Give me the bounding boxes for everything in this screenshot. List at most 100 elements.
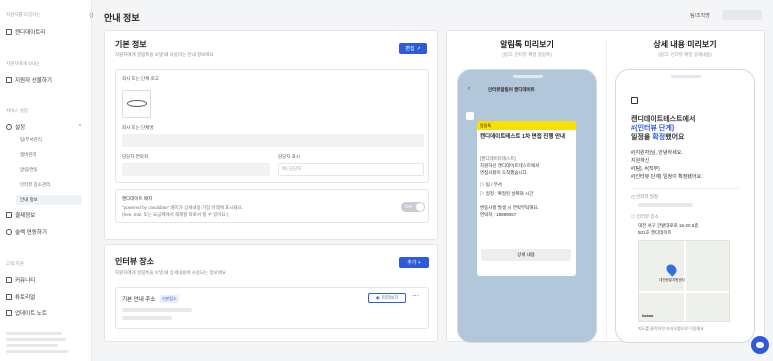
preview-button[interactable]: ◉ 미리보기 bbox=[368, 293, 406, 303]
detail-button[interactable]: 상세 내용 bbox=[481, 249, 571, 261]
kakao-map[interactable]: 대전한밭지원센터 kakao bbox=[638, 240, 730, 322]
sidebar-section-label: 서비스 설정 bbox=[6, 108, 28, 113]
collapse-sidebar-icon[interactable]: ⟨⟩ bbox=[89, 12, 96, 19]
sender-avatar bbox=[466, 112, 474, 120]
message-line: [캔디데이트테스트] bbox=[480, 156, 516, 161]
divider bbox=[631, 188, 739, 189]
message-title: 캔디데이트테스트 1차 면접 진행 안내 bbox=[480, 134, 566, 140]
location-name: 기본 안내 주소 bbox=[122, 297, 156, 303]
more-icon[interactable]: ⋯ bbox=[412, 292, 419, 300]
sidebar-section-label: 지원자를 모집하는 bbox=[6, 12, 41, 17]
chat-support-button[interactable] bbox=[751, 336, 769, 354]
alimtalk-tag: 알림톡 bbox=[477, 121, 576, 130]
toggle-knob bbox=[416, 203, 424, 211]
detail-paragraph: #{인터뷰 단계} 일정이 확정됐어요. bbox=[631, 174, 703, 180]
sidebar-item-updates[interactable]: 업데이트 노트 bbox=[6, 308, 47, 317]
badge-desc-1: "powered by candidate" 배지가 상세내용 가장 아래에 표… bbox=[122, 205, 243, 210]
kakao-logo: kakao bbox=[642, 313, 654, 318]
map-place-label: 대전한밭지원센터 bbox=[659, 278, 685, 282]
alimtalk-phone: ‹ 인터뷰알림이 캔디데이트 알림톡 캔디데이트테스트 1차 면접 진행 안내 … bbox=[457, 69, 597, 343]
gear-icon bbox=[6, 123, 12, 130]
footer-text-blurred bbox=[6, 332, 62, 335]
company-name-field bbox=[122, 134, 424, 147]
sidebar: 지원자를 모집하는 캔디데이트리 지원자에게 보내는 지원자 선물하기 서비스 … bbox=[0, 0, 92, 361]
chevron-up-icon: ⌃ bbox=[77, 123, 82, 130]
sidebar-item-billing[interactable]: 결제정보 bbox=[6, 210, 35, 219]
location-item: 기본 안내 주소 기본장소 ◉ 미리보기 ⋯ bbox=[115, 287, 429, 329]
sidebar-item-candidatery[interactable]: 캔디데이트리 bbox=[6, 27, 45, 36]
sidebar-sub-members[interactable]: 멤버관리 bbox=[20, 152, 37, 158]
detail-preview-title: 상세 내용 미리보기 bbox=[653, 40, 717, 49]
sidebar-item-tutorial[interactable]: 튜토리얼 bbox=[6, 292, 35, 301]
sidebar-sub-team[interactable]: 팀/부서관리 bbox=[20, 137, 42, 143]
detail-heading-line3: 일정을 확정했어요 bbox=[631, 134, 685, 141]
detail-paragraph: 지원하신 bbox=[631, 158, 650, 164]
manager-label: 담당자 표시 bbox=[278, 154, 300, 159]
chat-icon bbox=[6, 276, 12, 283]
org-name[interactable]: 팀/조직명 bbox=[690, 12, 710, 19]
phone-notch bbox=[513, 75, 543, 78]
page-title: 안내 정보 bbox=[104, 13, 140, 23]
sidebar-item-settings[interactable]: 설정 ⌃ bbox=[6, 122, 82, 131]
sidebar-item-gift[interactable]: 지원자 선물하기 bbox=[6, 75, 52, 84]
interview-location-card: 인터뷰 장소 지원자에게 알림톡을 보낼 때 상세내용에 사용되는 정보에요 추… bbox=[104, 244, 438, 342]
detail-phone: 캔디데이트테스트에서 #{인터뷰 단계} 일정을 확정했어요 #{지원자}님, … bbox=[615, 69, 755, 343]
badge-section: 캔디데이트 배지 "powered by candidate" 배지가 상세내용… bbox=[115, 189, 429, 223]
message-line: 지원하신 캔디데이트테스트에서 bbox=[480, 163, 540, 168]
logo-label: 회사 또는 단체 로고 bbox=[122, 76, 159, 81]
footer-text-blurred bbox=[6, 344, 58, 347]
account-blurred[interactable] bbox=[722, 10, 762, 20]
back-icon: ‹ bbox=[468, 86, 470, 92]
card-icon bbox=[6, 211, 12, 218]
manager-field: 예) 담당자 bbox=[278, 163, 424, 176]
alimtalk-preview-title: 알림톡 미리보기 bbox=[500, 40, 554, 49]
note-icon bbox=[6, 309, 12, 316]
basic-info-card: 기본 정보 지원자에게 알림톡을 보낼 때 사용하는 안내 정보에요 편집 ↗ 회… bbox=[104, 30, 438, 240]
preview-panel: 알림톡 미리보기 (링크: 인터뷰 확정 알림톡) 상세 내용 미리보기 (링크… bbox=[446, 30, 765, 343]
logo-image[interactable] bbox=[122, 90, 151, 118]
add-location-button[interactable]: 추가 + bbox=[399, 257, 429, 268]
preview-divider bbox=[606, 39, 607, 339]
alimtalk-preview-sub: (링크: 인터뷰 확정 알림톡) bbox=[502, 52, 552, 57]
gift-icon bbox=[6, 76, 12, 83]
message-line: 변동사항 발생 시 연락부탁해요. bbox=[480, 205, 539, 210]
interview-location-desc: 지원자에게 알림톡을 보낼 때 상세내용에 사용되는 정보에요 bbox=[115, 270, 226, 275]
sidebar-section-label: 고객 지원 bbox=[6, 261, 24, 266]
map-note: 지도를 클릭하면 카카오맵으로 이동해요. bbox=[638, 326, 706, 331]
chat-icon bbox=[756, 342, 764, 348]
detail-paragraph: #{팀}, #{직무} bbox=[631, 166, 660, 172]
basic-info-fields: 회사 또는 단체 로고 회사 또는 단체명 담당자 연락처 담당자 표시 예) … bbox=[115, 69, 429, 183]
chat-header: ‹ 인터뷰알림이 캔디데이트 bbox=[458, 81, 596, 99]
detail-preview-sub: (링크: 인터뷰 확정 상세내용) bbox=[658, 52, 712, 57]
edit-button[interactable]: 편집 ↗ bbox=[399, 43, 427, 54]
sidebar-sub-places[interactable]: 인터뷰 장소관리 bbox=[20, 182, 50, 188]
basic-info-title: 기본 정보 bbox=[115, 40, 147, 49]
address-line: 대전 서구 한밭대로로 15-20 5층 bbox=[638, 223, 699, 228]
address-line: 501호 캔디데이트 bbox=[638, 230, 672, 235]
sidebar-sub-notify[interactable]: 알림/연동 bbox=[20, 167, 38, 173]
interview-location-title: 인터뷰 장소 bbox=[115, 257, 155, 266]
eye-icon: ◉ bbox=[375, 295, 380, 300]
contact-label: 담당자 연락처 bbox=[122, 154, 149, 159]
default-tag: 기본장소 bbox=[160, 295, 179, 303]
phone-notch bbox=[671, 75, 701, 78]
slack-icon bbox=[6, 228, 12, 235]
badge-desc-2: (free, trial, 또는 요금제에서 해제할 따로서 할 수 있어요.) bbox=[122, 212, 229, 217]
footer-text-blurred bbox=[6, 338, 66, 341]
badge-toggle[interactable]: ON bbox=[401, 202, 425, 212]
alimtalk-bubble: 알림톡 캔디데이트테스트 1차 면접 진행 안내 [캔디데이트테스트] 지원하신… bbox=[477, 121, 576, 276]
message-line: ▷ 팀 / 부서 bbox=[480, 182, 502, 187]
address-blurred bbox=[122, 316, 172, 320]
sidebar-item-community[interactable]: 커뮤니티 bbox=[6, 275, 35, 284]
schedule-blurred bbox=[638, 203, 693, 207]
detail-paragraph: #{지원자}님, 안녕하세요. bbox=[631, 150, 683, 156]
schedule-label: ◷ 인터뷰 일정 bbox=[631, 194, 659, 199]
badge-title: 캔디데이트 배지 bbox=[122, 196, 153, 201]
message-line: 면접사항이 도착했습니다. bbox=[480, 170, 529, 175]
calendar-check-icon bbox=[631, 97, 638, 104]
grid-icon bbox=[6, 28, 12, 35]
sidebar-sub-info[interactable]: 안내 정보 bbox=[16, 195, 82, 205]
edit-icon: ↗ bbox=[416, 45, 421, 52]
sidebar-item-slack[interactable]: 슬랙 연동하기 bbox=[6, 227, 47, 236]
message-line: 연락처 : 18889057 bbox=[480, 212, 517, 217]
